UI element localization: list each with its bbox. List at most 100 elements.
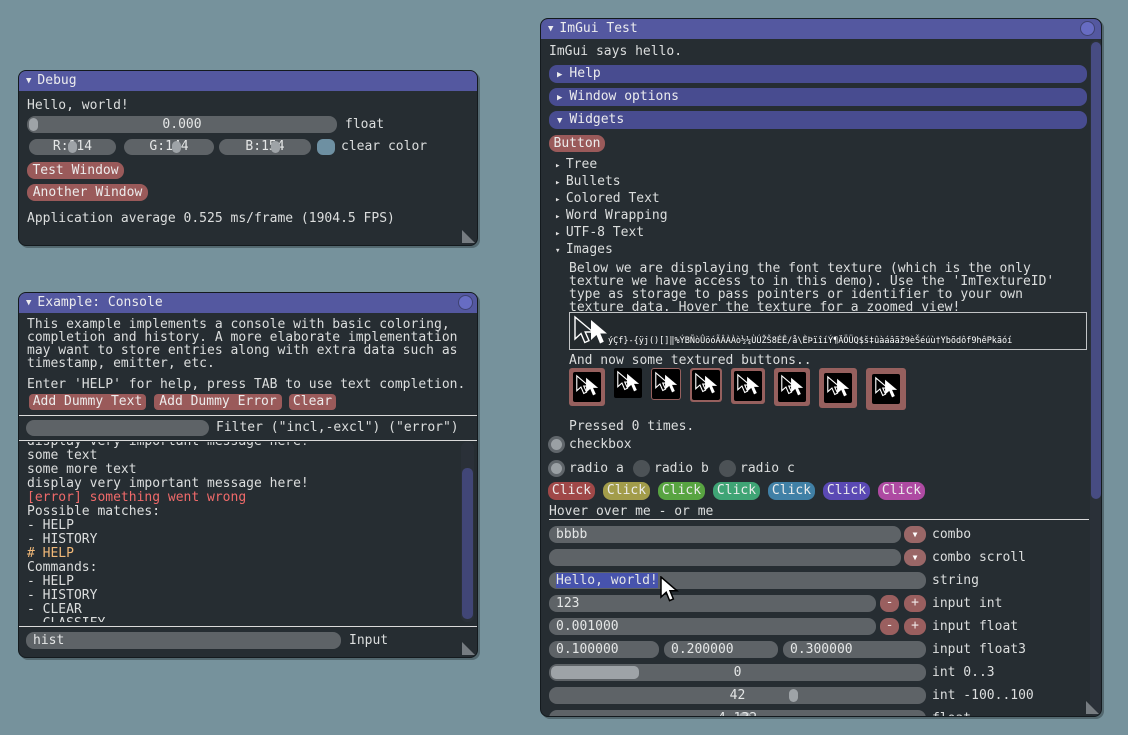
click-button-1[interactable]: Click <box>548 482 595 500</box>
image-button-3[interactable] <box>651 368 681 400</box>
combo-arrow-button[interactable]: ▼ <box>904 549 926 566</box>
clear-color-swatch[interactable] <box>317 139 335 155</box>
combo-arrow-button[interactable]: ▼ <box>904 526 926 543</box>
button-widget[interactable]: Button <box>549 135 605 152</box>
string-input[interactable]: Hello, world! <box>549 572 926 589</box>
radio-a-label: radio a <box>569 462 624 475</box>
resize-grip[interactable] <box>1086 701 1099 714</box>
combo-scroll-box[interactable] <box>549 549 901 566</box>
input-float3-label: input float3 <box>932 641 1026 658</box>
scrollbar-thumb[interactable] <box>462 468 473 619</box>
collapse-triangle-icon[interactable]: ▼ <box>26 298 31 308</box>
log-line: - CLASSIFY <box>27 617 457 622</box>
click-button-3[interactable]: Click <box>658 482 705 500</box>
input-float3-z[interactable]: 0.300000 <box>783 641 926 658</box>
decrement-button[interactable]: - <box>880 595 899 612</box>
console-input[interactable]: hist <box>26 632 341 649</box>
tree-node-images[interactable]: ▾ Images <box>555 243 613 258</box>
input-float-label: input float <box>932 618 1018 635</box>
mouse-cursor-icon <box>658 576 680 604</box>
image-button-8[interactable] <box>866 368 906 410</box>
header-help[interactable]: ▶Help <box>549 65 1087 83</box>
tree-node-utf8-text[interactable]: ▸ UTF-8 Text <box>555 226 644 241</box>
separator <box>19 626 477 627</box>
radio-b[interactable] <box>633 460 650 477</box>
collapse-triangle-icon[interactable]: ▼ <box>26 76 31 86</box>
log-line: - HELP <box>27 519 457 533</box>
intro-line: timestamp, emitter, etc. <box>27 357 215 370</box>
slider-int-neg100-100[interactable]: 42 <box>549 687 926 704</box>
header-widgets[interactable]: ▼Widgets <box>549 111 1087 129</box>
input-float-field[interactable]: 0.001000 <box>549 618 876 635</box>
increment-button[interactable]: + <box>904 595 926 612</box>
image-button-5[interactable] <box>731 368 765 404</box>
tree-node-tree[interactable]: ▸ Tree <box>555 158 597 173</box>
test-window-button[interactable]: Test Window <box>27 162 124 179</box>
debug-titlebar[interactable]: ▼ Debug <box>19 71 477 91</box>
slider-value: 0.000 <box>27 116 337 133</box>
tree-label: Word Wrapping <box>566 208 668 223</box>
click-button-5[interactable]: Click <box>768 482 815 500</box>
image-button-4[interactable] <box>690 368 722 402</box>
radio-c[interactable] <box>719 460 736 477</box>
collapse-triangle-icon[interactable]: ▼ <box>548 24 553 34</box>
decrement-button[interactable]: - <box>880 618 899 635</box>
float3-y-value: 0.200000 <box>664 642 734 657</box>
log-scrollbar[interactable] <box>461 442 474 622</box>
slider-int-0-3[interactable]: 0 <box>549 664 926 681</box>
tree-node-bullets[interactable]: ▸ Bullets <box>555 175 621 190</box>
console-titlebar[interactable]: ▼Example: Console <box>19 293 477 313</box>
log-line: some more text <box>27 463 457 477</box>
window-title: Debug <box>37 73 76 88</box>
color-r-slider[interactable]: R:114 <box>29 139 116 155</box>
color-b-slider[interactable]: B:154 <box>219 139 311 155</box>
scrollbar-thumb[interactable] <box>1091 42 1101 499</box>
another-window-button[interactable]: Another Window <box>27 184 148 201</box>
imgui-titlebar[interactable]: ▼ImGui Test <box>541 19 1101 39</box>
slider-grab[interactable] <box>68 141 77 153</box>
input-float3-x[interactable]: 0.100000 <box>549 641 659 658</box>
slider-value: 4.132 <box>549 710 926 717</box>
add-dummy-error-button[interactable]: Add Dummy Error <box>154 394 282 410</box>
slider-grab[interactable] <box>172 141 181 153</box>
clear-button[interactable]: Clear <box>289 394 336 410</box>
input-int-field[interactable]: 123 <box>549 595 876 612</box>
input-float-value: 0.001000 <box>549 619 619 634</box>
window-scrollbar[interactable] <box>1090 40 1102 716</box>
checkbox[interactable] <box>548 436 565 453</box>
input-float3-y[interactable]: 0.200000 <box>664 641 778 658</box>
header-window-options[interactable]: ▶Window options <box>549 88 1087 106</box>
float-slider[interactable]: 0.000 <box>27 116 337 133</box>
image-button-2[interactable] <box>614 368 642 398</box>
radio-a[interactable] <box>548 460 565 477</box>
add-dummy-text-button[interactable]: Add Dummy Text <box>29 394 146 410</box>
increment-button[interactable]: + <box>904 618 926 635</box>
resize-grip[interactable] <box>462 642 475 655</box>
header-label: Widgets <box>569 112 624 127</box>
slider-grab[interactable] <box>29 118 38 131</box>
slider-float[interactable]: 4.132 <box>549 710 926 717</box>
resize-grip[interactable] <box>462 230 475 243</box>
image-button-7[interactable] <box>819 368 857 408</box>
combo-box[interactable]: bbbb <box>549 526 901 543</box>
tree-node-colored-text[interactable]: ▸ Colored Text <box>555 192 660 207</box>
arrow-right-icon: ▸ <box>555 212 566 222</box>
click-button-6[interactable]: Click <box>823 482 870 500</box>
slider-int-label: int 0..3 <box>932 664 995 681</box>
image-button-6[interactable] <box>774 368 810 406</box>
hover-text[interactable]: Hover over me - or me <box>549 505 713 518</box>
click-button-7[interactable]: Click <box>878 482 925 500</box>
slider-grab[interactable] <box>271 141 280 153</box>
image-button-1[interactable] <box>569 368 605 406</box>
radio-b-label: radio b <box>654 462 709 475</box>
click-button-2[interactable]: Click <box>603 482 650 500</box>
close-icon[interactable] <box>1080 21 1095 36</box>
click-button-4[interactable]: Click <box>713 482 760 500</box>
close-icon[interactable] <box>458 295 473 310</box>
color-g-slider[interactable]: G:144 <box>124 139 214 155</box>
console-log[interactable]: display very important message here! som… <box>27 442 457 622</box>
tree-node-word-wrapping[interactable]: ▸ Word Wrapping <box>555 209 668 224</box>
filter-input[interactable] <box>26 420 209 436</box>
cursor-glyphs-icon <box>570 314 608 350</box>
font-texture[interactable]: ýÇf}-{ÿj()[]‖%ÝBÑòÛöóÃÂÀÀò½¼ÙÚŽŠ8ÉÊ/å\ÈÞ… <box>569 312 1087 350</box>
